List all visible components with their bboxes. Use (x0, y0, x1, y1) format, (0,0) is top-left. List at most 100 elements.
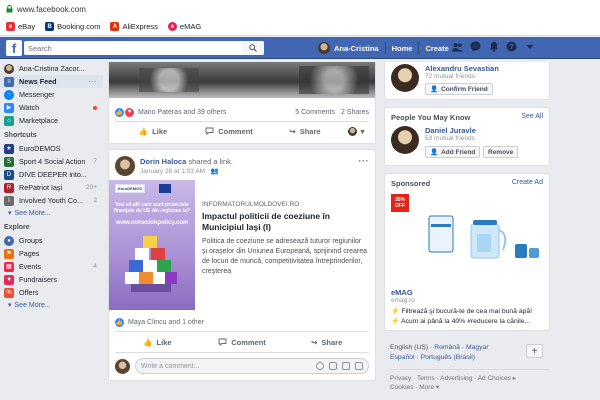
water-filter-jug-illustration (391, 194, 549, 284)
reactions-text[interactable]: Maya Clincu and 1 other (128, 319, 204, 326)
help-icon[interactable]: ? (506, 41, 517, 52)
see-more-shortcuts-link[interactable]: ▾ See More... (0, 207, 103, 219)
person-name[interactable]: Alexandru Sevastian (425, 64, 499, 73)
ad-image[interactable] (391, 194, 549, 284)
bookmark-aliexpress[interactable]: A AliExpress (110, 22, 158, 31)
sidebar-item-label: News Feed (19, 77, 57, 86)
footer-link[interactable]: Privacy (390, 375, 411, 382)
confirm-friend-button[interactable]: 👤 Confirm Friend (425, 83, 493, 95)
sidebar-item-repatriot[interactable]: R RePatriot Iaşi 20+ (0, 181, 103, 194)
profile-link[interactable]: Ana-Cristina (318, 42, 379, 54)
friend-requests-icon[interactable] (452, 41, 463, 52)
advertiser-url[interactable]: emag.ro (391, 297, 415, 304)
sidebar-item-dive-deeper[interactable]: D DIVE DEEPER into... (0, 168, 103, 181)
comment-button[interactable]: Comment (191, 127, 267, 136)
url-text[interactable]: www.facebook.com (17, 5, 86, 14)
bookmark-label: eBay (18, 22, 36, 31)
footer-link[interactable]: More ▾ (419, 384, 439, 391)
sticker-icon[interactable] (355, 362, 363, 370)
sidebar-item-news-feed[interactable]: ≡ News Feed ··· (0, 75, 103, 88)
sidebar-item-watch[interactable]: ▶ Watch (0, 101, 103, 114)
sidebar-item-sport[interactable]: S Sport 4 Social Action 7 (0, 155, 103, 168)
bookmark-emag[interactable]: e eMAG (167, 22, 201, 31)
advertiser-name[interactable]: eMAG (391, 288, 413, 297)
comments-count[interactable]: 5 Comments (295, 109, 335, 116)
like-button[interactable]: 👍 Like (115, 127, 191, 136)
search-button[interactable] (242, 41, 264, 55)
create-ad-link[interactable]: Create Ad (512, 179, 543, 186)
footer-link[interactable]: Advertising (440, 375, 472, 382)
add-friend-button[interactable]: 👤 Add Friend (425, 146, 481, 158)
language-option[interactable]: Magyar (466, 344, 489, 351)
sidebar-item-label: EuroDEMOS (19, 144, 61, 153)
footer-link[interactable]: Terms (417, 375, 435, 382)
comment-input[interactable]: Write a comment... (135, 358, 369, 374)
lock-icon (6, 5, 13, 13)
home-link[interactable]: Home (392, 44, 413, 53)
post-photo[interactable] (109, 62, 375, 98)
sponsored-header: Sponsored Create Ad (391, 179, 543, 188)
language-option[interactable]: Español (390, 354, 415, 361)
mutual-friends[interactable]: 53 mutual friends (425, 135, 475, 142)
see-all-link[interactable]: See All (521, 113, 543, 120)
like-reaction-icon: 👍 (115, 317, 124, 327)
share-button[interactable]: ↪ Share (284, 338, 369, 347)
bookmark-ebay[interactable]: e eBay (6, 22, 35, 31)
sidebar-item-eurodemos[interactable]: ★ EuroDEMOS (0, 142, 103, 155)
bookmark-booking[interactable]: B Booking.com (45, 22, 100, 31)
sidebar-item-label: DIVE DEEPER into... (19, 170, 87, 179)
messenger-icon[interactable] (470, 41, 481, 52)
sidebar-item-events[interactable]: ▦ Events 4 (0, 260, 103, 273)
sidebar-item-fundraisers[interactable]: ♥ Fundraisers (0, 273, 103, 286)
post-timestamp[interactable]: January 26 at 1:03 AM · 👥 (140, 167, 219, 175)
sidebar-item-label: Sport 4 Social Action (19, 157, 86, 166)
like-button[interactable]: 👍 Like (115, 338, 200, 347)
sidebar-item-offers[interactable]: % Offers (0, 286, 103, 299)
notifications-icon[interactable] (488, 41, 499, 52)
sidebar-item-messenger[interactable]: ~ Messenger (0, 88, 103, 101)
post-options-icon[interactable]: ··· (359, 156, 370, 166)
remove-button[interactable]: Remove (483, 146, 519, 158)
account-menu-icon[interactable] (524, 41, 535, 52)
sidebar-item-pages[interactable]: ⚑ Pages (0, 247, 103, 260)
eurodemos-logo: EuroDEMOS (115, 184, 145, 193)
share-label: Share (299, 126, 321, 136)
comment-button[interactable]: Comment (200, 338, 285, 347)
share-button[interactable]: ↪ Share (267, 127, 343, 136)
more-options-icon[interactable]: ··· (88, 77, 97, 86)
camera-icon[interactable] (329, 362, 337, 370)
footer-link[interactable]: Ad Choices ▸ (478, 375, 516, 382)
reactions-text[interactable]: Mario Pateras and 39 others (138, 109, 226, 116)
sidebar-item-profile[interactable]: Ana-Cristina Zacor... (0, 62, 103, 75)
person-name[interactable]: Daniel Juravle (425, 126, 476, 135)
avatar[interactable] (391, 126, 419, 154)
gif-icon[interactable] (342, 362, 350, 370)
sponsored-card: Sponsored Create Ad 35% OFF eMAG emag.ro… (384, 173, 550, 331)
see-more-explore-link[interactable]: ▾ See More... (0, 299, 103, 311)
add-language-button[interactable]: + (526, 344, 543, 358)
link-preview-image[interactable]: EuroDEMOS Vrei să afli care sunt proiect… (109, 180, 195, 310)
link-preview-text[interactable]: INFORMATORULMOLDOVEI.RO Impactul politic… (202, 201, 367, 277)
mutual-friends[interactable]: 72 mutual friends (425, 73, 475, 80)
footer-link[interactable]: Cookies (390, 384, 413, 391)
sidebar-item-involved-youth[interactable]: I Involved Youth Co... 2 (0, 194, 103, 207)
search-input[interactable] (24, 41, 264, 55)
reaction-avatar-selector[interactable]: ▾ (343, 126, 369, 136)
see-more-label: See More... (14, 209, 51, 217)
sidebar-item-groups[interactable]: ● Groups (0, 234, 103, 247)
language-option[interactable]: Português (Brasil) (421, 354, 475, 361)
avatar[interactable] (391, 64, 419, 92)
aliexpress-icon: A (110, 22, 120, 31)
facebook-logo-icon[interactable]: f (6, 40, 22, 56)
sidebar-item-marketplace[interactable]: ⌂ Marketplace (0, 114, 103, 127)
create-link[interactable]: Create (425, 44, 448, 53)
avatar (318, 42, 330, 54)
author-name[interactable]: Dorin Haloca (140, 157, 186, 166)
image-url-text: www.cohesionpolicy.com (115, 220, 189, 226)
avatar[interactable] (115, 156, 135, 176)
emoji-icon[interactable] (316, 362, 324, 370)
language-option[interactable]: Română (434, 344, 460, 351)
ebay-icon: e (6, 22, 15, 31)
browser-url-bar[interactable]: www.facebook.com (0, 0, 600, 18)
shares-count[interactable]: 2 Shares (341, 109, 369, 116)
